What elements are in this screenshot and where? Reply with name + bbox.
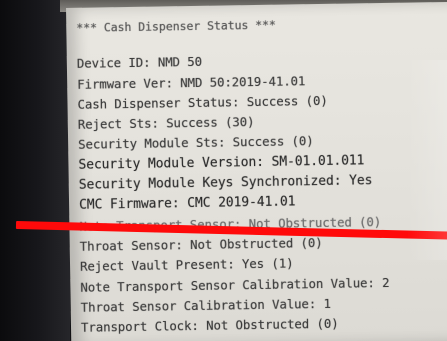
transport-clock-line: Transport Clock: Not Obstructed (0) [80, 315, 339, 335]
screen-bezel-left [0, 0, 70, 341]
status-screen: *** Cash Dispenser Status *** Device ID:… [66, 1, 447, 341]
atm-screen-photo: *** Cash Dispenser Status *** Device ID:… [0, 0, 447, 341]
status-text-block: *** Cash Dispenser Status *** Device ID:… [76, 13, 390, 338]
